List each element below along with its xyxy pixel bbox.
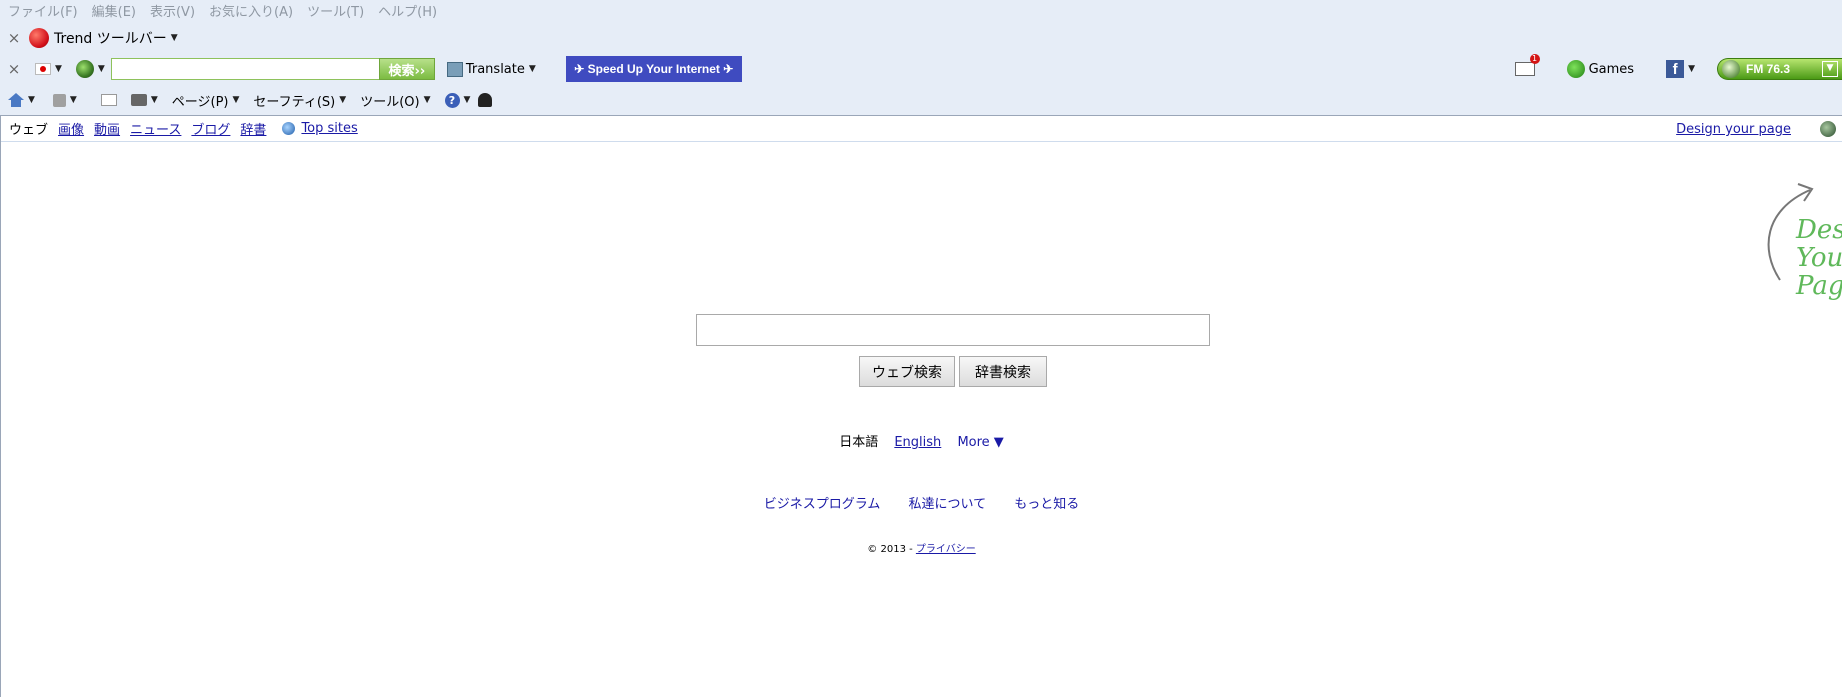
flag-dropdown-icon[interactable]: ▼ bbox=[55, 64, 62, 74]
safety-menu-label: セーフティ(S) bbox=[253, 94, 336, 110]
help-icon[interactable]: ? bbox=[444, 92, 460, 108]
toolbar-right-group: 1 Games f ▼ FM 76.3 ▼ bbox=[1514, 54, 1842, 82]
menu-file[interactable]: ファイル(F) bbox=[8, 1, 78, 20]
tools-menu-caret-icon: ▼ bbox=[423, 95, 431, 105]
games-button[interactable]: Games bbox=[1589, 62, 1634, 77]
japan-flag-icon[interactable] bbox=[35, 63, 51, 75]
read-mail-icon[interactable] bbox=[100, 94, 117, 106]
globe-icon bbox=[282, 122, 296, 135]
swirl-dropdown-icon[interactable]: ▼ bbox=[98, 64, 105, 74]
command-bar: ▼ ▼ ▼ ページ(P) ▼ セーフティ(S) ▼ ツール(O) ▼ ? ▼ bbox=[0, 88, 1842, 112]
facebook-icon[interactable]: f bbox=[1666, 60, 1685, 78]
page-menu[interactable]: ページ(P) ▼ bbox=[172, 91, 240, 110]
design-art-line-3: Page bbox=[1796, 271, 1842, 301]
lang-english[interactable]: English bbox=[894, 435, 941, 450]
trend-toolbar: × Trend ツールバー ▼ bbox=[0, 26, 1842, 50]
dictionary-search-button[interactable]: 辞書検索 bbox=[959, 356, 1047, 387]
close-search-toolbar-icon[interactable]: × bbox=[7, 60, 21, 78]
nav-web[interactable]: ウェブ bbox=[9, 119, 48, 138]
browser-chrome: ファイル(F) 編集(E) 表示(V) お気に入り(A) ツール(T) ヘルプ(… bbox=[0, 0, 1842, 116]
print-dropdown-icon[interactable]: ▼ bbox=[151, 95, 158, 105]
safety-menu-caret-icon: ▼ bbox=[339, 95, 347, 105]
language-selector: 日本語 English More ▼ bbox=[1, 431, 1842, 450]
radio-globe-icon bbox=[1722, 60, 1740, 78]
translate-button[interactable]: Translate bbox=[466, 62, 525, 77]
menu-view[interactable]: 表示(V) bbox=[150, 1, 195, 20]
privacy-link[interactable]: プライバシー bbox=[916, 544, 976, 555]
page-content: ウェブ 画像 動画 ニュース ブログ 辞書 Top sites Design y… bbox=[0, 116, 1842, 697]
radio-player[interactable]: FM 76.3 ▼ bbox=[1717, 58, 1842, 80]
trend-dropdown-icon[interactable]: ▼ bbox=[171, 33, 178, 43]
footer-about-us[interactable]: 私達について bbox=[908, 497, 986, 512]
nav-news[interactable]: ニュース bbox=[130, 119, 181, 138]
trend-logo-icon bbox=[29, 28, 49, 48]
copyright: © 2013 - プライバシー bbox=[1, 540, 1842, 555]
toolbar-search-button[interactable]: 検索›› bbox=[378, 58, 435, 80]
home-icon[interactable] bbox=[8, 93, 24, 107]
speed-up-button[interactable]: ✈ Speed Up Your Internet ✈ bbox=[565, 56, 742, 82]
menu-tools[interactable]: ツール(T) bbox=[307, 1, 364, 20]
menu-edit[interactable]: 編集(E) bbox=[92, 1, 136, 20]
mail-badge: 1 bbox=[1529, 54, 1540, 64]
translate-icon[interactable] bbox=[446, 61, 463, 77]
menu-bar: ファイル(F) 編集(E) 表示(V) お気に入り(A) ツール(T) ヘルプ(… bbox=[0, 0, 1842, 20]
help-dropdown-icon[interactable]: ▼ bbox=[464, 95, 471, 105]
main-search-input[interactable] bbox=[696, 314, 1210, 346]
menu-help[interactable]: ヘルプ(H) bbox=[378, 1, 437, 20]
footer-links: ビジネスプログラム 私達について もっと知る bbox=[1, 493, 1842, 512]
top-navigation: ウェブ 画像 動画 ニュース ブログ 辞書 Top sites Design y… bbox=[1, 116, 1842, 142]
research-icon[interactable] bbox=[478, 93, 493, 107]
background-globe-icon[interactable] bbox=[1820, 121, 1836, 137]
lang-more[interactable]: More ▼ bbox=[957, 435, 1003, 450]
lang-japanese: 日本語 bbox=[839, 435, 879, 450]
web-search-button[interactable]: ウェブ検索 bbox=[859, 356, 955, 387]
nav-blogs[interactable]: ブログ bbox=[191, 119, 230, 138]
swirl-logo-icon[interactable] bbox=[75, 60, 94, 78]
tools-menu[interactable]: ツール(O) ▼ bbox=[360, 91, 430, 110]
trend-toolbar-title[interactable]: Trend ツールバー bbox=[54, 28, 167, 48]
radio-dropdown-icon[interactable]: ▼ bbox=[1822, 61, 1838, 77]
design-your-page-art: Desig Your Page bbox=[1732, 170, 1842, 325]
rss-feed-icon[interactable] bbox=[52, 93, 66, 107]
search-toolbar: × ▼ ▼ 検索›› Translate ▼ ✈ Speed Up Your I… bbox=[0, 54, 1842, 82]
page-menu-caret-icon: ▼ bbox=[232, 95, 240, 105]
design-your-page-link[interactable]: Design your page bbox=[1676, 122, 1791, 137]
mail-icon[interactable]: 1 bbox=[1514, 54, 1540, 76]
design-art-line-1: Desig bbox=[1796, 215, 1842, 245]
home-dropdown-icon[interactable]: ▼ bbox=[28, 95, 35, 105]
footer-business-program[interactable]: ビジネスプログラム bbox=[764, 497, 881, 512]
design-art-line-2: Your bbox=[1796, 243, 1842, 273]
page-menu-label: ページ(P) bbox=[171, 94, 229, 110]
nav-videos[interactable]: 動画 bbox=[94, 119, 120, 138]
footer-learn-more[interactable]: もっと知る bbox=[1014, 497, 1079, 512]
nav-images[interactable]: 画像 bbox=[58, 119, 84, 138]
safety-menu[interactable]: セーフティ(S) ▼ bbox=[253, 91, 346, 110]
translate-dropdown-icon[interactable]: ▼ bbox=[529, 64, 536, 74]
facebook-dropdown-icon[interactable]: ▼ bbox=[1688, 64, 1695, 74]
copyright-text: © 2013 - bbox=[867, 544, 916, 555]
nav-dictionary[interactable]: 辞書 bbox=[240, 119, 266, 138]
nav-top-sites[interactable]: Top sites bbox=[301, 121, 357, 136]
close-trend-toolbar-icon[interactable]: × bbox=[7, 29, 21, 47]
menu-favorites[interactable]: お気に入り(A) bbox=[209, 1, 293, 20]
rss-dropdown-icon[interactable]: ▼ bbox=[70, 95, 77, 105]
games-icon[interactable] bbox=[1566, 60, 1585, 78]
radio-station: FM 76.3 bbox=[1746, 62, 1791, 76]
print-icon[interactable] bbox=[130, 94, 147, 106]
toolbar-search-input[interactable] bbox=[110, 58, 379, 80]
tools-menu-label: ツール(O) bbox=[360, 94, 420, 110]
